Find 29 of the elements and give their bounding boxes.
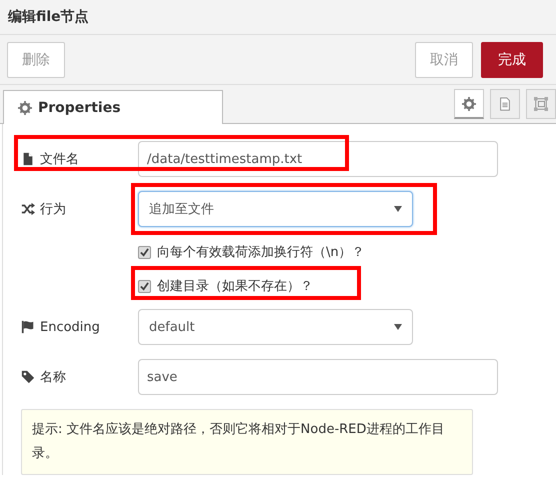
input-field[interactable]: save (138, 359, 498, 395)
file-icon (21, 152, 35, 166)
caret-icon (394, 206, 402, 212)
gear-icon (18, 100, 32, 114)
input-field[interactable]: /data/testtimestamp.txt (138, 141, 498, 177)
document-icon (498, 97, 512, 111)
window-title: 编辑file节点 (8, 8, 89, 26)
field-label: 名称 (40, 369, 66, 386)
field-label: 行为 (40, 201, 66, 218)
checkbox[interactable] (138, 246, 151, 258)
dropdown[interactable]: 追加至文件 (138, 191, 413, 227)
flag-icon (21, 320, 35, 334)
tool-button[interactable] (454, 89, 484, 119)
caret-icon (394, 324, 402, 330)
tool-button[interactable] (526, 89, 556, 119)
shuffle-icon (21, 202, 35, 216)
field-label: Encoding (40, 320, 100, 334)
field-label: 文件名 (40, 151, 79, 168)
tab[interactable]: Properties (3, 90, 223, 124)
done-button[interactable]: 完成 (481, 42, 543, 78)
checkbox-label: 向每个有效载荷添加换行符（\n）？ (157, 244, 365, 261)
dropdown[interactable]: default (138, 309, 413, 345)
frame-icon (534, 97, 548, 111)
tag-icon (21, 370, 35, 384)
tool-button[interactable] (490, 89, 520, 119)
tip-text: 提示: 文件名应该是绝对路径，否则它将相对于Node-RED进程的工作目录。 (21, 409, 473, 475)
checkbox[interactable] (138, 280, 151, 292)
gear-icon (462, 96, 476, 110)
checkbox-label: 创建目录（如果不存在）？ (157, 278, 313, 295)
